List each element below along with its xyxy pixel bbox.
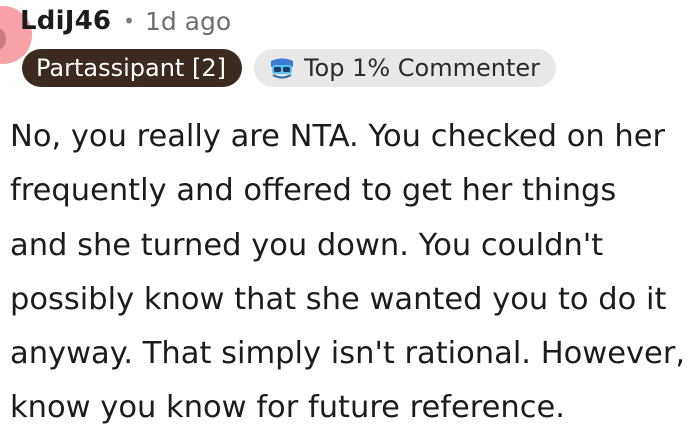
- flair-row: Partassipant [2] Top 1% Commenter: [22, 49, 557, 87]
- top-commenter-icon: [270, 58, 293, 79]
- comment-body-line: anyway. That simply isn't rational. Howe…: [10, 336, 686, 372]
- user-flair-badge: Partassipant [2]: [22, 49, 242, 87]
- comment-body-line: frequently and offered to get her things: [10, 173, 617, 209]
- avatar-face: [0, 28, 6, 50]
- comment-body-line: know you know for future reference.: [10, 390, 565, 426]
- comment-body-line: and she turned you down. You couldn't: [10, 227, 604, 263]
- username-link[interactable]: LdiJ46: [20, 6, 111, 36]
- comment-header: LdiJ46 • 1d ago: [20, 2, 231, 40]
- comment-body: No, you really are NTA. You checked on h…: [10, 110, 690, 436]
- comment-body-line: possibly know that she wanted you to do …: [10, 281, 667, 317]
- top-commenter-label: Top 1% Commenter: [303, 54, 541, 82]
- separator-dot: •: [123, 9, 135, 33]
- comment-body-line: No, you really are NTA. You checked on h…: [10, 119, 666, 154]
- top-commenter-badge[interactable]: Top 1% Commenter: [253, 49, 557, 87]
- timestamp[interactable]: 1d ago: [145, 7, 231, 36]
